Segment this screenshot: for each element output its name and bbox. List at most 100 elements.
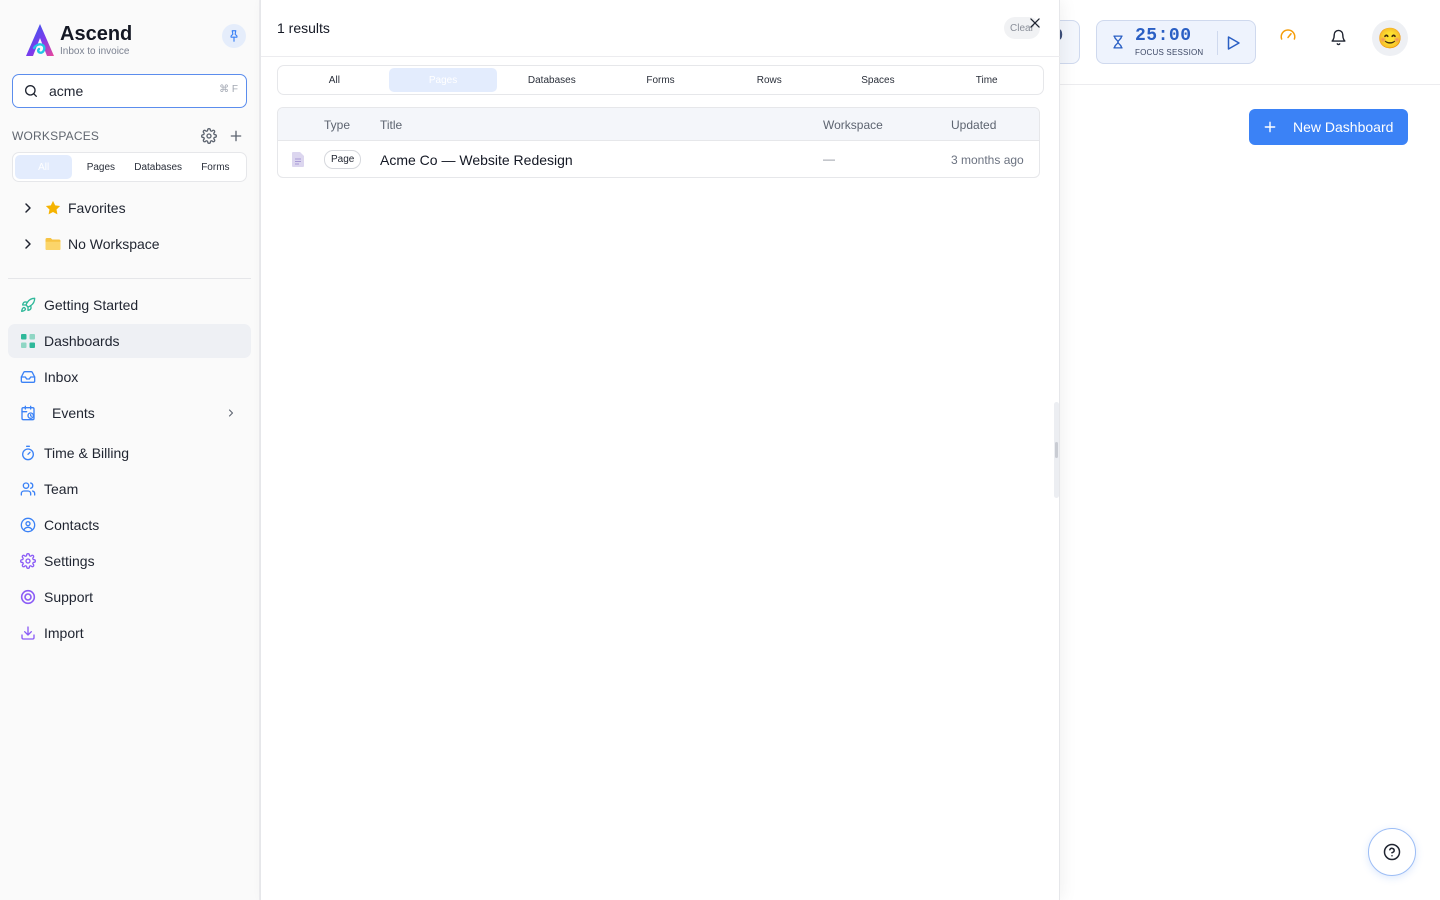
resize-grip (1055, 442, 1058, 458)
star-icon (45, 200, 61, 215)
inbox-icon (20, 371, 36, 383)
nav-import[interactable]: Import (8, 616, 251, 650)
nav-inbox[interactable]: Inbox (8, 360, 251, 394)
timer-value: 25:00 (1135, 26, 1192, 46)
download-icon (21, 626, 35, 640)
filter-tab-pages[interactable]: Pages (388, 68, 498, 92)
topbar-divider (1060, 84, 1440, 85)
nav-events[interactable]: Events (8, 396, 251, 430)
ws-tab-all[interactable]: All (15, 155, 73, 179)
stopwatch-icon (22, 445, 34, 461)
table-row[interactable]: Page Acme Co — Website Redesign — 3 mont… (278, 141, 1039, 177)
workspace-settings-icon[interactable] (201, 128, 217, 144)
timer-separator (1217, 31, 1218, 55)
col-workspace[interactable]: Workspace (823, 118, 883, 132)
hourglass-icon (1113, 35, 1123, 49)
users-icon (20, 482, 36, 496)
nav-settings[interactable]: Settings (8, 544, 251, 578)
result-updated: 3 months ago (951, 153, 1024, 167)
folder-icon (45, 238, 61, 250)
result-title[interactable]: Acme Co — Website Redesign (380, 152, 573, 168)
filter-tab-time[interactable]: Time (932, 68, 1041, 92)
nav-contacts[interactable]: Contacts (8, 508, 251, 542)
results-header: Type Title Workspace Updated (278, 108, 1039, 141)
result-workspace: — (823, 152, 835, 166)
tree-item-no-workspace[interactable]: No Workspace (20, 232, 250, 256)
results-count: 1 results (277, 20, 330, 36)
nav-label: Import (44, 625, 84, 641)
nav-support[interactable]: Support (8, 580, 251, 614)
nav-label: Team (44, 481, 79, 497)
sidebar-search[interactable]: ⌘ F (12, 74, 247, 108)
workspace-filter-tabs: All Pages Databases Forms (12, 152, 247, 182)
nav-label: Support (44, 589, 94, 605)
nav-label: Settings (44, 553, 95, 569)
search-results-panel: 1 results Clear All Pages Databases Form… (260, 0, 1061, 900)
gauge-icon (1280, 29, 1296, 40)
notifications-button[interactable] (1324, 23, 1352, 51)
help-button[interactable] (1368, 828, 1416, 876)
chevron-right-icon (25, 239, 31, 249)
tree-label: No Workspace (68, 236, 160, 252)
pin-icon (230, 30, 238, 42)
timer-label: FOCUS SESSION (1135, 48, 1204, 57)
search-shortcut-hint: ⌘ F (219, 84, 238, 95)
nav-label: Dashboards (44, 333, 120, 349)
nav-label: Contacts (44, 517, 100, 533)
nav-team[interactable]: Team (8, 472, 251, 506)
ws-tab-databases[interactable]: Databases (130, 155, 187, 179)
nav-label: Getting Started (44, 297, 139, 313)
nav-dashboards[interactable]: Dashboards (8, 324, 251, 358)
grid-icon (21, 334, 35, 348)
rocket-icon (21, 297, 36, 312)
close-icon[interactable] (1028, 16, 1042, 30)
col-type[interactable]: Type (324, 118, 350, 132)
chevron-right-icon[interactable] (225, 407, 237, 419)
result-filter-tabs: All Pages Databases Forms Rows Spaces Ti… (277, 65, 1044, 95)
avatar-emoji: 😊 (1377, 27, 1403, 50)
search-icon (25, 85, 37, 97)
user-avatar[interactable]: 😊 (1372, 20, 1408, 56)
chevron-right-icon (25, 203, 31, 213)
brand-tagline: Inbox to invoice (60, 45, 130, 57)
plus-icon (1264, 121, 1276, 133)
col-updated[interactable]: Updated (951, 118, 996, 132)
sidebar: Ascend Inbox to invoice ⌘ F WORKSPACES A… (0, 0, 260, 900)
focus-timer[interactable]: 25:00 FOCUS SESSION (1096, 20, 1256, 64)
ws-tab-forms[interactable]: Forms (187, 155, 244, 179)
filter-tab-rows[interactable]: Rows (715, 68, 824, 92)
col-title[interactable]: Title (380, 118, 402, 132)
new-dashboard-button[interactable]: New Dashboard (1249, 109, 1408, 145)
calendar-icon (21, 405, 35, 421)
brand[interactable]: Ascend Inbox to invoice (24, 22, 132, 58)
nav-label: Inbox (44, 369, 79, 385)
panel-divider (261, 56, 1061, 57)
panel-resize-handle[interactable] (1054, 402, 1059, 498)
gear-icon (20, 553, 36, 569)
nav-label: Events (52, 405, 95, 421)
filter-tab-spaces[interactable]: Spaces (824, 68, 933, 92)
tree-item-favorites[interactable]: Favorites (20, 196, 250, 220)
nav-getting-started[interactable]: Getting Started (8, 288, 251, 322)
lifebuoy-icon (20, 589, 36, 605)
play-icon[interactable] (1224, 34, 1242, 52)
filter-tab-forms[interactable]: Forms (606, 68, 715, 92)
filter-tab-databases[interactable]: Databases (497, 68, 606, 92)
search-input[interactable] (49, 83, 199, 99)
type-badge: Page (324, 150, 362, 169)
sidebar-divider (8, 278, 251, 279)
performance-button[interactable] (1274, 22, 1302, 50)
pin-sidebar-button[interactable] (222, 24, 246, 48)
ws-tab-pages[interactable]: Pages (72, 155, 129, 179)
add-workspace-icon[interactable] (228, 128, 244, 144)
help-icon (1383, 843, 1401, 861)
nav-label: Time & Billing (44, 445, 130, 461)
bell-icon (1330, 29, 1346, 45)
workspaces-heading: WORKSPACES (12, 129, 100, 143)
nav-time-billing[interactable]: Time & Billing (8, 436, 251, 470)
new-dashboard-label: New Dashboard (1293, 119, 1394, 135)
ascend-logo-icon (26, 24, 54, 56)
results-table: Type Title Workspace Updated Page Acme C… (277, 107, 1040, 178)
filter-tab-all[interactable]: All (280, 68, 389, 92)
tree-label: Favorites (68, 200, 126, 216)
